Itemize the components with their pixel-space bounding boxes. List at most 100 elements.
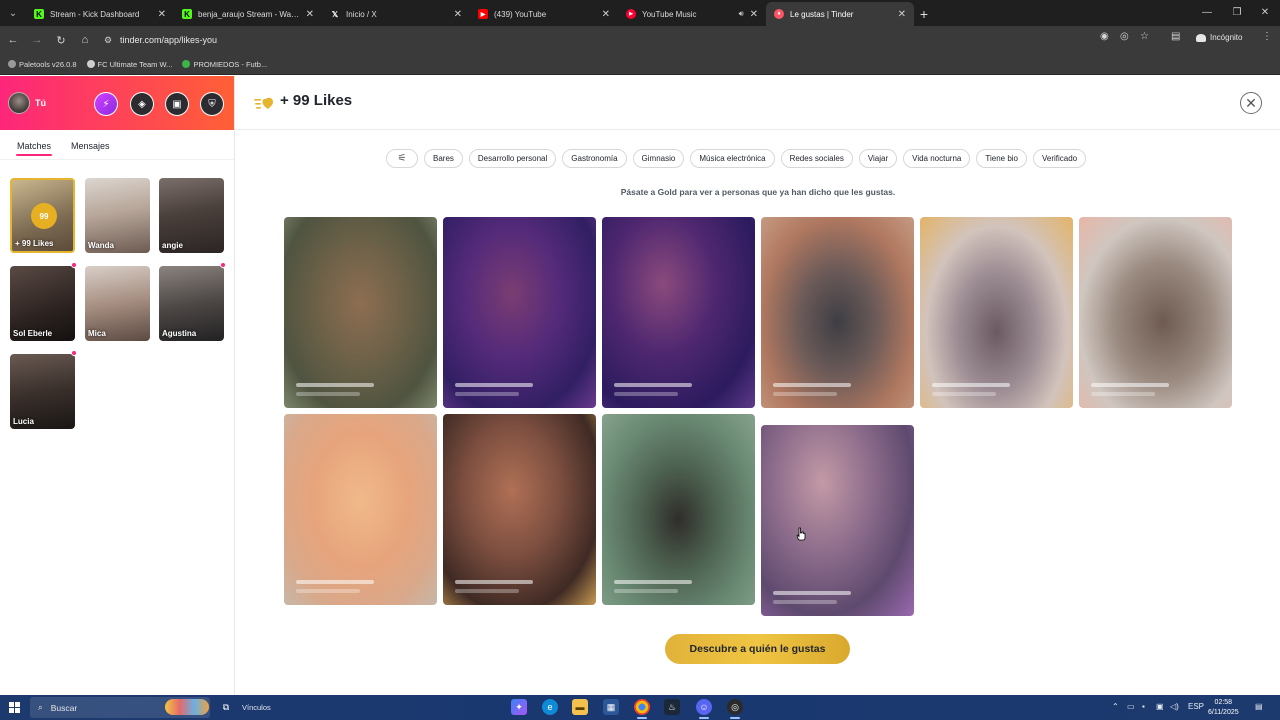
copilot-icon[interactable]: ✦ — [511, 699, 527, 715]
steam-icon[interactable]: ♨ — [664, 699, 680, 715]
language-indicator[interactable]: ESP — [1188, 702, 1204, 711]
blurred-like-card[interactable] — [602, 217, 755, 408]
gold-hearts-icon — [254, 97, 273, 109]
file-explorer-icon[interactable]: ▬ — [572, 699, 588, 715]
shield-icon: ⛨ — [201, 93, 223, 115]
tray-app-icon[interactable]: ▭ — [1127, 702, 1135, 711]
links-toolbar-label[interactable]: Vínculos — [242, 703, 271, 712]
obs-icon[interactable]: ◎ — [727, 699, 743, 719]
kick-icon: K — [34, 9, 44, 19]
close-window-icon[interactable]: ✕ — [1250, 0, 1280, 24]
discord-icon[interactable]: ☺ — [696, 699, 712, 719]
match-card[interactable]: angie — [159, 178, 224, 253]
menu-kebab-icon[interactable]: ⋮ — [1262, 31, 1272, 42]
match-card[interactable]: Sol Eberle — [10, 266, 75, 341]
filter-chip[interactable]: Viajar — [858, 149, 898, 168]
match-card[interactable]: Agustina — [159, 266, 224, 341]
volume-icon[interactable]: ◁) — [1170, 702, 1179, 711]
speaker-icon[interactable]: 🔊︎ — [739, 9, 744, 19]
close-tab-icon[interactable]: ✕ — [602, 9, 610, 20]
tab-matches[interactable]: Matches — [16, 133, 53, 157]
tab-messages[interactable]: Mensajes — [70, 133, 111, 157]
avatar[interactable] — [8, 92, 30, 114]
eye-off-icon[interactable]: ◎ — [1120, 31, 1129, 42]
filter-chip[interactable]: Música electrónica — [690, 149, 775, 168]
browser-tab[interactable]: K benja_araujo Stream - Watch L ✕ — [174, 2, 322, 26]
likes-you-card[interactable]: 99 + 99 Likes — [10, 178, 75, 253]
reload-icon[interactable]: ↻ — [50, 29, 72, 51]
close-tab-icon[interactable]: ✕ — [750, 9, 758, 20]
filter-chip[interactable]: Gastronomía — [562, 149, 627, 168]
tab-search-chevron-icon[interactable]: ⌄ — [0, 0, 26, 26]
profile-name[interactable]: Tú — [35, 98, 46, 108]
filter-chip[interactable]: Desarrollo personal — [468, 149, 557, 168]
bookmark-item[interactable]: FC Ultimate Team W... — [86, 60, 172, 69]
star-icon[interactable]: ☆ — [1140, 31, 1149, 42]
discover-who-likes-you-button[interactable]: Descubre a quién le gustas — [665, 634, 850, 664]
blurred-like-card[interactable] — [761, 217, 914, 408]
start-button[interactable] — [0, 695, 28, 720]
url-text[interactable]: tinder.com/app/likes-you — [120, 35, 217, 45]
safety-button[interactable]: ⛨ — [200, 92, 224, 116]
work-mode-button[interactable]: ▣ — [165, 92, 189, 116]
blurred-info-placeholder — [455, 392, 519, 396]
bookmark-item[interactable]: Paletools v26.0.8 — [8, 60, 77, 69]
browser-tab[interactable]: 𝕏 Inicio / X ✕ — [322, 2, 470, 26]
notifications-icon[interactable]: ▤ — [1255, 702, 1263, 711]
site-info-icon[interactable]: ⚙ — [104, 35, 112, 46]
forward-icon[interactable]: → — [26, 29, 48, 51]
incognito-indicator[interactable]: Incógnito — [1196, 33, 1242, 42]
chrome-icon[interactable] — [634, 699, 650, 719]
side-panel-icon[interactable]: ▤ — [1171, 31, 1180, 42]
match-card[interactable]: Wanda — [85, 178, 150, 253]
blurred-info-placeholder — [614, 589, 678, 593]
close-tab-icon[interactable]: ✕ — [306, 9, 314, 20]
tab-title: benja_araujo Stream - Watch L — [198, 9, 300, 19]
back-icon[interactable]: ← — [2, 29, 24, 51]
location-icon[interactable]: ◉ — [1100, 31, 1109, 42]
match-card[interactable]: Mica — [85, 266, 150, 341]
filter-chip[interactable]: Vida nocturna — [903, 149, 971, 168]
filter-chip[interactable]: Tiene bio — [976, 149, 1027, 168]
filter-settings-icon[interactable]: ⚟ — [386, 149, 418, 168]
store-icon[interactable]: ▦ — [603, 699, 619, 715]
browser-tab[interactable]: ▶ (439) YouTube ✕ — [470, 2, 618, 26]
blurred-name-placeholder — [932, 383, 1010, 387]
maximize-icon[interactable]: ❐ — [1222, 0, 1252, 24]
filter-chip[interactable]: Bares — [424, 149, 463, 168]
new-match-dot — [220, 262, 226, 268]
search-highlight-icon[interactable] — [165, 699, 209, 715]
close-tab-icon[interactable]: ✕ — [454, 9, 462, 20]
close-tab-icon[interactable]: ✕ — [898, 9, 906, 20]
blurred-like-card[interactable] — [1079, 217, 1232, 408]
blurred-like-card[interactable] — [284, 217, 437, 408]
system-clock[interactable]: 02:58 6/11/2025 — [1208, 698, 1239, 718]
filter-chip[interactable]: Gimnasio — [632, 149, 685, 168]
blurred-like-card[interactable] — [284, 414, 437, 605]
minimize-icon[interactable]: — — [1192, 0, 1222, 24]
url-field[interactable]: ⚙ tinder.com/app/likes-you — [98, 29, 1178, 51]
browser-tab[interactable]: K Stream - Kick Dashboard ✕ — [26, 2, 174, 26]
show-hidden-icons-icon[interactable]: ⌃ — [1112, 702, 1119, 711]
blurred-like-card[interactable] — [443, 414, 596, 605]
task-view-icon[interactable]: ⧉ — [218, 699, 234, 715]
filter-chip[interactable]: Redes sociales — [780, 149, 853, 168]
browser-tab-active[interactable]: ♦ Le gustas | Tinder ✕ — [766, 2, 914, 26]
new-tab-button[interactable]: + — [914, 2, 934, 26]
network-icon[interactable]: ▣ — [1156, 702, 1164, 711]
blurred-like-card[interactable] — [602, 414, 755, 605]
blurred-like-card[interactable] — [443, 217, 596, 408]
browser-tab[interactable]: ▶ YouTube Music 🔊︎ ✕ — [618, 2, 766, 26]
home-icon[interactable]: ⌂ — [74, 29, 96, 51]
blurred-like-card[interactable] — [920, 217, 1073, 408]
bookmark-item[interactable]: PROMIEDOS - Futb... — [182, 60, 267, 69]
edge-icon[interactable]: e — [542, 699, 558, 715]
filter-chip[interactable]: Verificado — [1033, 149, 1087, 168]
close-tab-icon[interactable]: ✕ — [158, 9, 166, 20]
blurred-like-card[interactable] — [761, 425, 914, 616]
explore-button[interactable]: ◈ — [130, 92, 154, 116]
boost-button[interactable]: ⚡︎ — [94, 92, 118, 116]
match-card[interactable]: Lucia — [10, 354, 75, 429]
close-icon[interactable]: ✕ — [1240, 92, 1262, 114]
tray-app-icon[interactable]: ▪ — [1142, 702, 1145, 711]
